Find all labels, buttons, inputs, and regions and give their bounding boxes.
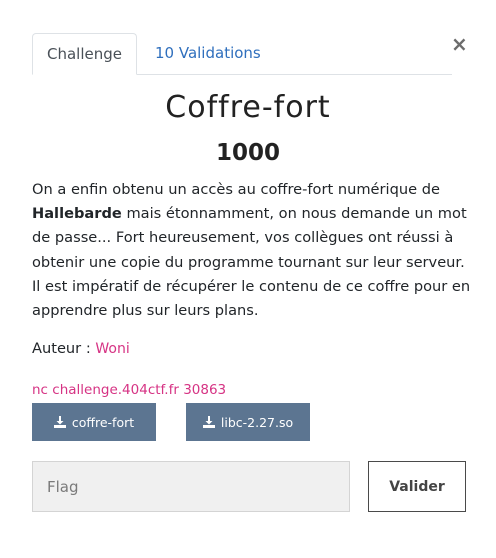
tab-challenge[interactable]: Challenge bbox=[32, 33, 137, 75]
author-line: Auteur : Woni bbox=[32, 340, 130, 357]
download-icon bbox=[53, 416, 66, 428]
download-icon bbox=[202, 416, 215, 428]
description-text-end: mais étonnamment, on nous demande un mot… bbox=[32, 205, 471, 320]
close-icon[interactable]: × bbox=[451, 34, 468, 54]
file-label: coffre-fort bbox=[71, 414, 135, 430]
file-label: libc-2.27.so bbox=[220, 414, 294, 430]
author-label: Auteur : bbox=[32, 340, 96, 357]
challenge-points: 1000 bbox=[215, 140, 280, 166]
description-text-start: On a enfin obtenu un accès au coffre-for… bbox=[32, 181, 440, 198]
file-download-button-coffre-fort[interactable]: coffre-fort bbox=[32, 403, 156, 441]
tab-validations[interactable]: 10 Validations bbox=[137, 33, 277, 73]
flag-input[interactable] bbox=[32, 461, 350, 512]
connection-info: nc challenge.404ctf.fr 30863 bbox=[32, 382, 227, 398]
tab-bar: Challenge 10 Validations bbox=[32, 33, 452, 75]
author-name: Woni bbox=[95, 341, 130, 357]
submit-button[interactable]: Valider bbox=[368, 461, 466, 512]
challenge-modal: × Challenge 10 Validations Coffre-fort 1… bbox=[0, 0, 496, 558]
file-download-button-libc[interactable]: libc-2.27.so bbox=[186, 403, 310, 441]
description-bold-name: Hallebarde bbox=[32, 205, 122, 223]
challenge-title: Coffre-fort bbox=[165, 90, 331, 125]
challenge-description: On a enfin obtenu un accès au coffre-for… bbox=[32, 178, 472, 323]
